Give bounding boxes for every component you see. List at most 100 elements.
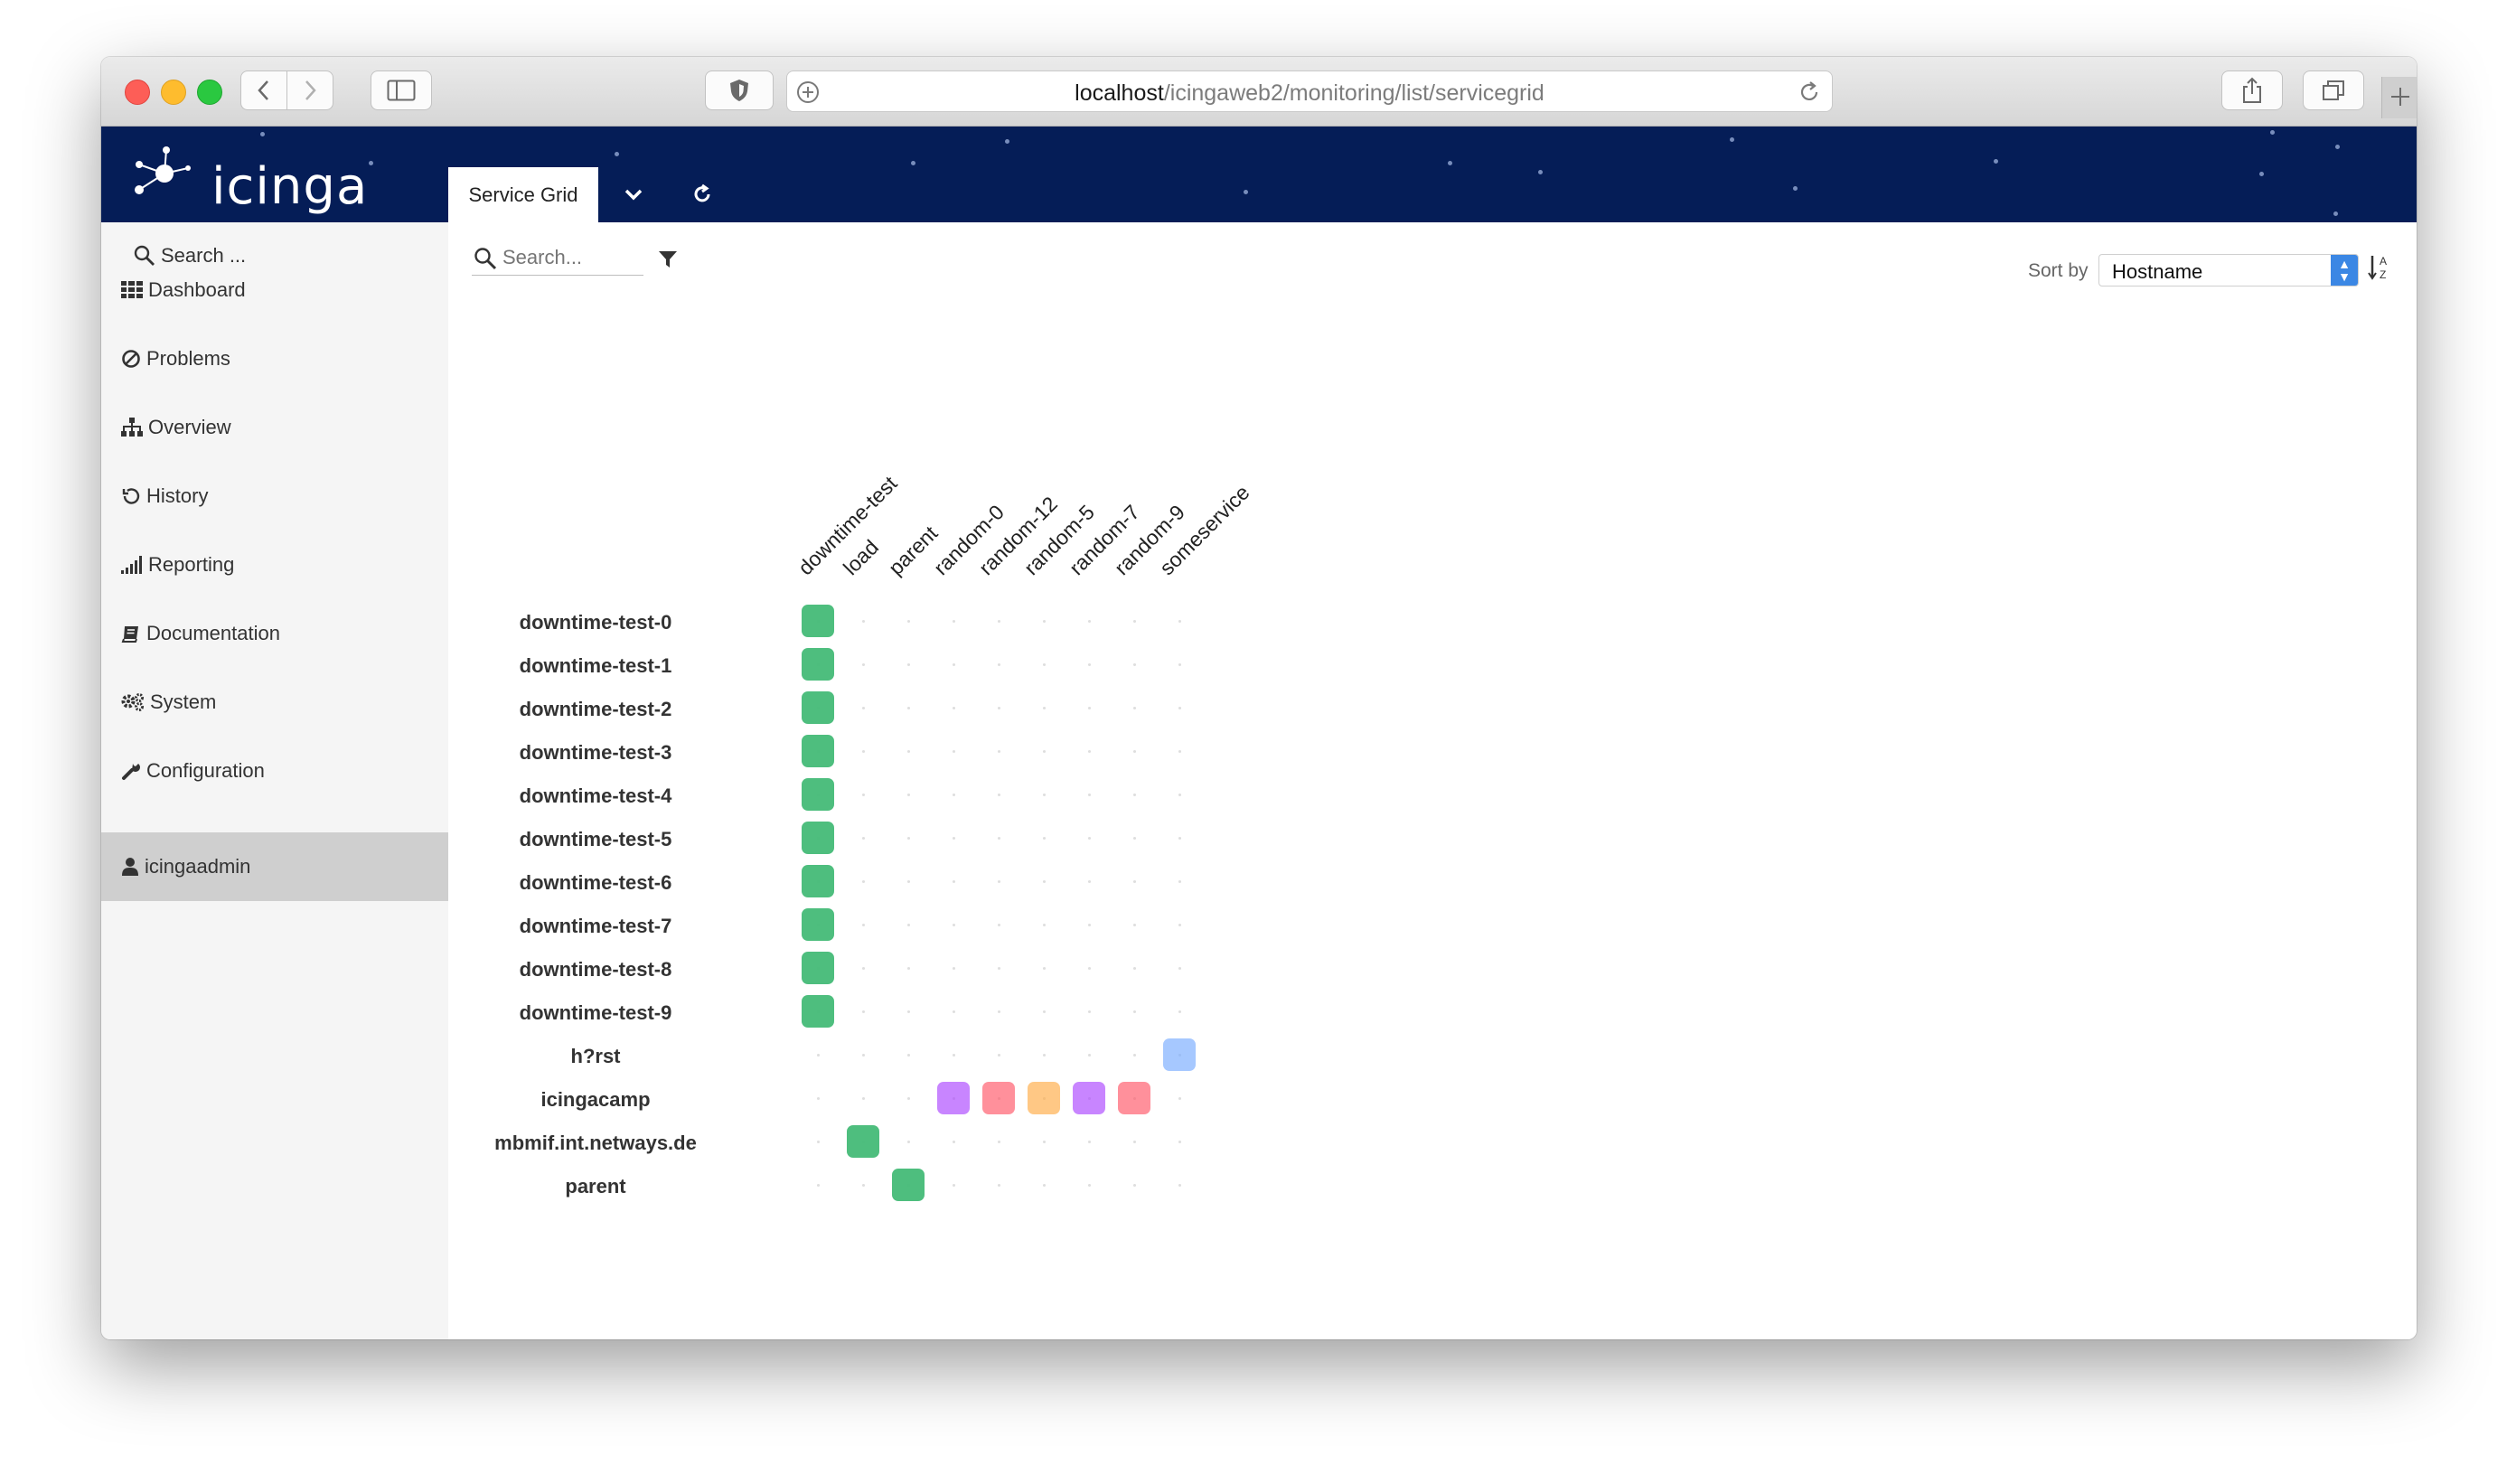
empty-cell-dot	[862, 967, 865, 970]
service-status-cell[interactable]	[982, 1082, 1015, 1114]
sidebar-item-overview[interactable]: Overview	[121, 416, 231, 439]
sidebar-item-configuration[interactable]: Configuration	[121, 759, 265, 783]
grid-row-header[interactable]: downtime-test-5	[460, 828, 731, 851]
grid-row-header[interactable]: downtime-test-4	[460, 784, 731, 808]
sidebar-item-label: Problems	[146, 347, 230, 370]
service-status-cell[interactable]	[802, 778, 834, 811]
service-status-cell[interactable]	[802, 995, 834, 1028]
empty-cell-dot	[1178, 1010, 1181, 1013]
close-window-button[interactable]	[125, 80, 150, 105]
grid-row-header[interactable]: parent	[460, 1175, 731, 1198]
service-status-cell[interactable]	[802, 648, 834, 681]
filter-icon[interactable]	[658, 249, 678, 269]
empty-cell-dot	[953, 620, 955, 623]
zoom-window-button[interactable]	[197, 80, 222, 105]
sort-select[interactable]: Hostname ▲ ▼	[2098, 254, 2359, 286]
grid-row-header[interactable]: downtime-test-0	[460, 611, 731, 634]
reload-icon[interactable]	[1798, 80, 1821, 104]
empty-cell-dot	[862, 924, 865, 926]
empty-cell-dot	[1178, 707, 1181, 709]
svg-text:A: A	[2380, 255, 2387, 268]
empty-cell-dot	[1043, 750, 1046, 753]
sidebar-item-history[interactable]: History	[121, 484, 208, 508]
grid-row-header[interactable]: downtime-test-7	[460, 915, 731, 938]
service-status-cell[interactable]	[1028, 1082, 1060, 1114]
empty-cell-dot	[1088, 663, 1091, 666]
empty-cell-dot	[998, 1010, 1000, 1013]
grid-row-header[interactable]: mbmif.int.netways.de	[460, 1132, 731, 1155]
icinga-logo[interactable]: icinga	[132, 139, 367, 216]
empty-cell-dot	[1178, 1184, 1181, 1187]
empty-cell-dot	[862, 707, 865, 709]
search-icon	[474, 248, 497, 270]
new-tab-button[interactable]	[2381, 77, 2417, 118]
sidebar-item-icingaadmin[interactable]: icingaadmin	[121, 855, 250, 878]
sidebar-toggle-button[interactable]	[371, 70, 432, 110]
grid-row-header[interactable]: h?rst	[460, 1045, 731, 1068]
refresh-icon[interactable]	[690, 183, 714, 206]
search-input[interactable]	[502, 246, 638, 269]
grid-search[interactable]	[472, 242, 643, 276]
tabs-overview-button[interactable]	[2303, 70, 2364, 110]
grid-row-header[interactable]: downtime-test-1	[460, 654, 731, 678]
empty-cell-dot	[907, 1141, 910, 1143]
sidebar-item-problems[interactable]: Problems	[121, 347, 230, 371]
service-status-cell[interactable]	[847, 1125, 879, 1158]
empty-cell-dot	[1088, 837, 1091, 840]
chevron-down-icon[interactable]	[622, 183, 645, 206]
privacy-shield-button[interactable]	[705, 70, 774, 110]
service-status-cell[interactable]	[1073, 1082, 1105, 1114]
service-status-cell[interactable]	[802, 952, 834, 984]
sort-direction-icon[interactable]: A Z	[2368, 253, 2391, 282]
app-header: icinga Service Grid	[101, 127, 2417, 222]
grid-row-header[interactable]: downtime-test-8	[460, 958, 731, 982]
service-status-cell[interactable]	[892, 1169, 925, 1201]
service-status-cell[interactable]	[1163, 1038, 1196, 1071]
empty-cell-dot	[907, 1010, 910, 1013]
service-status-cell[interactable]	[802, 865, 834, 897]
sidebar-item-label: Configuration	[146, 759, 265, 782]
grid-row-header[interactable]: downtime-test-6	[460, 871, 731, 895]
grid-column-header[interactable]: parent	[884, 521, 943, 580]
grid-row-header[interactable]: downtime-test-3	[460, 741, 731, 765]
sidebar-item-system[interactable]: System	[121, 690, 216, 714]
share-button[interactable]	[2221, 70, 2283, 110]
grid-row-header[interactable]: icingacamp	[460, 1088, 731, 1112]
main-content: Sort by Hostname ▲▼ A Z downtime-testloa…	[448, 222, 2417, 1339]
sidebar-item-dashboard[interactable]: Dashboard	[121, 278, 246, 302]
empty-cell-dot	[1133, 924, 1136, 926]
empty-cell-dot	[953, 750, 955, 753]
empty-cell-dot	[953, 707, 955, 709]
empty-cell-dot	[817, 1141, 820, 1143]
browser-window: localhost/icingaweb2/monitoring/list/ser…	[101, 57, 2417, 1339]
empty-cell-dot	[1043, 663, 1046, 666]
address-bar[interactable]: localhost/icingaweb2/monitoring/list/ser…	[786, 70, 1833, 112]
problems-icon	[122, 350, 140, 368]
service-status-cell[interactable]	[802, 605, 834, 637]
empty-cell-dot	[1088, 750, 1091, 753]
service-status-cell[interactable]	[802, 822, 834, 854]
sidebar-search[interactable]: Search ...	[134, 244, 246, 268]
empty-cell-dot	[1043, 1054, 1046, 1057]
sidebar-item-reporting[interactable]: Reporting	[121, 553, 234, 577]
shield-icon	[730, 80, 748, 101]
sidebar-item-documentation[interactable]: Documentation	[121, 622, 280, 645]
empty-cell-dot	[998, 750, 1000, 753]
empty-cell-dot	[907, 924, 910, 926]
service-status-cell[interactable]	[802, 691, 834, 724]
service-status-cell[interactable]	[802, 735, 834, 767]
grid-row-header[interactable]: downtime-test-9	[460, 1001, 731, 1025]
empty-cell-dot	[862, 663, 865, 666]
empty-cell-dot	[907, 663, 910, 666]
back-button[interactable]	[240, 70, 287, 110]
service-status-cell[interactable]	[1118, 1082, 1150, 1114]
forward-button[interactable]	[286, 70, 333, 110]
empty-cell-dot	[998, 837, 1000, 840]
share-icon	[2243, 77, 2261, 103]
empty-cell-dot	[1088, 1010, 1091, 1013]
tab-service-grid[interactable]: Service Grid	[448, 167, 598, 222]
service-status-cell[interactable]	[802, 908, 834, 941]
minimize-window-button[interactable]	[161, 80, 186, 105]
service-status-cell[interactable]	[937, 1082, 970, 1114]
grid-row-header[interactable]: downtime-test-2	[460, 698, 731, 721]
